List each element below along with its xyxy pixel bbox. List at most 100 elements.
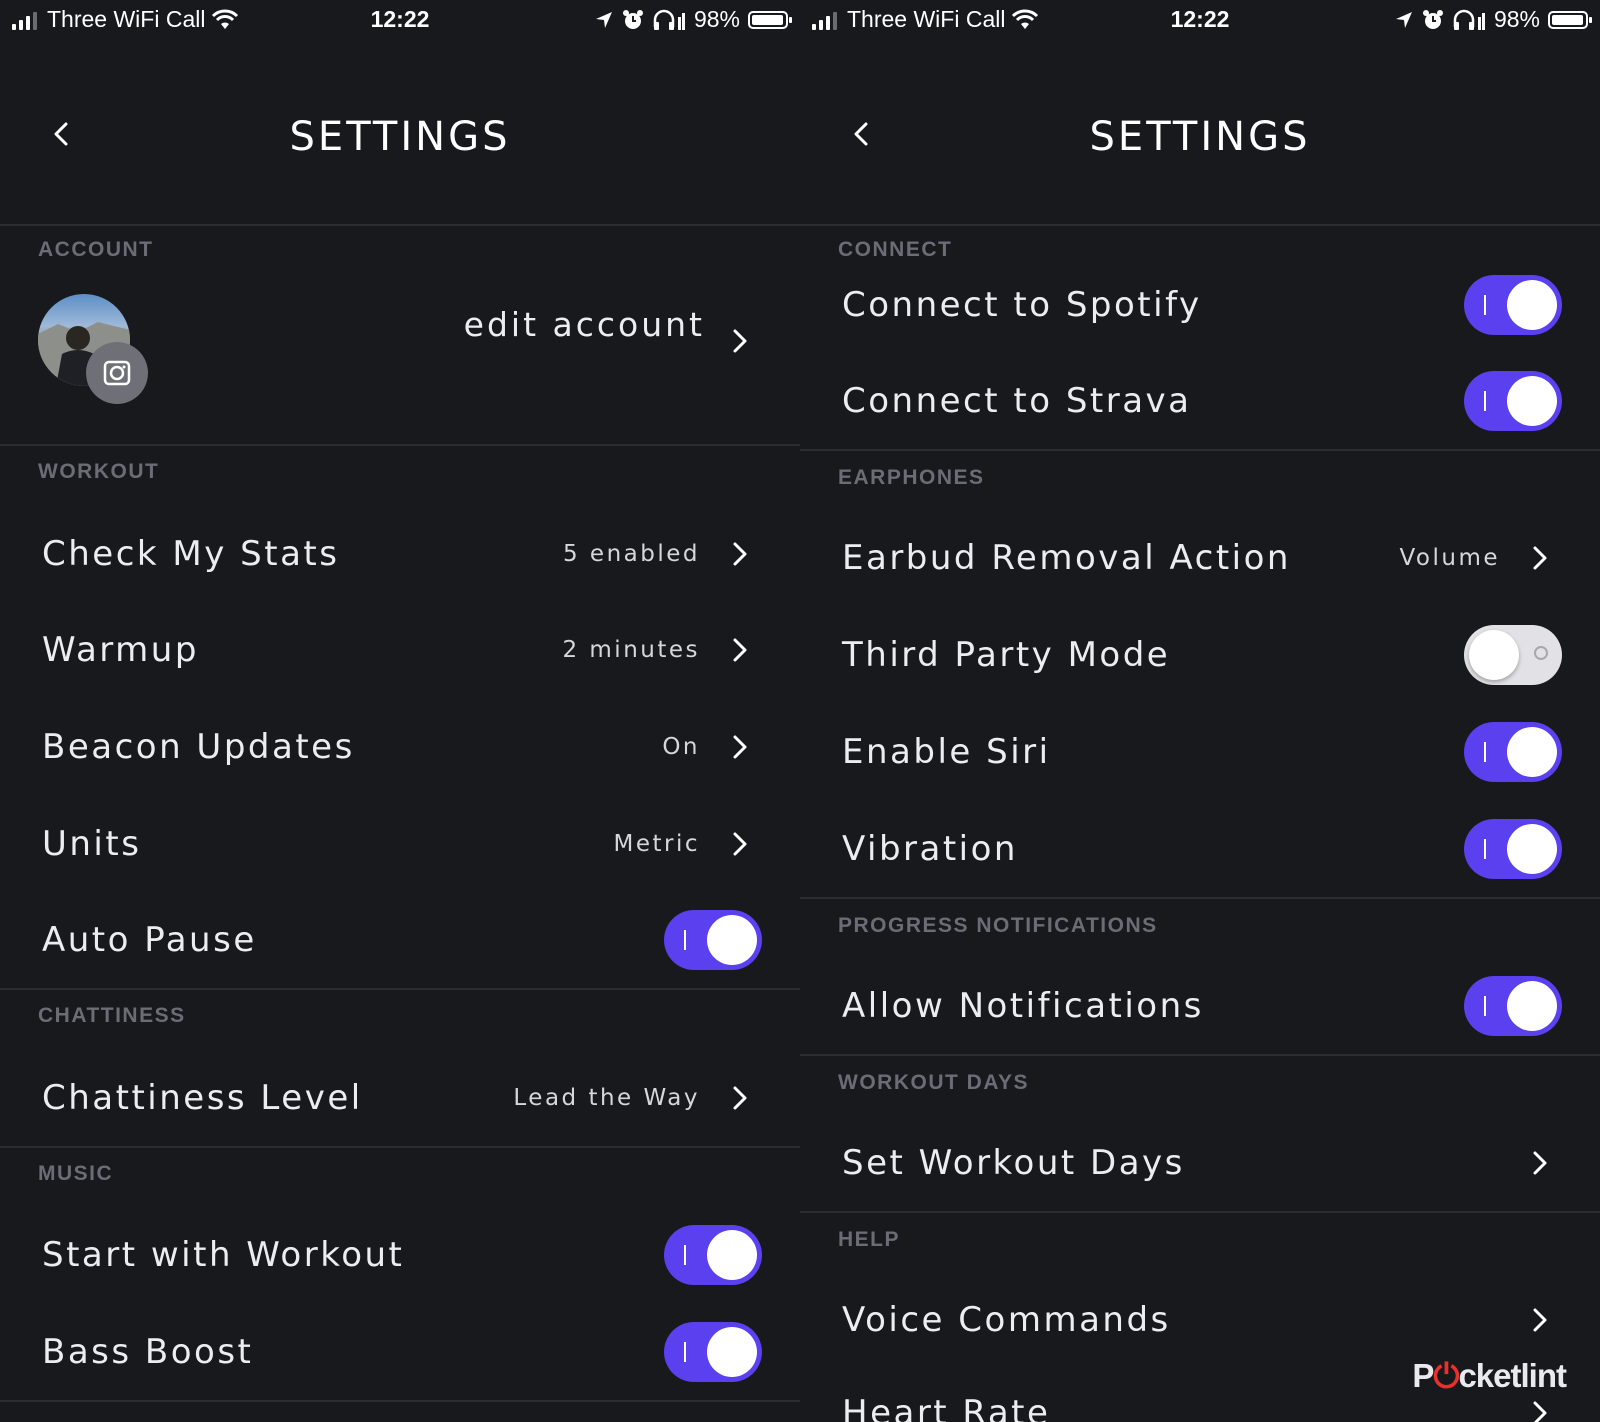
row-set-workout-days[interactable]: Set Workout Days (800, 1118, 1600, 1208)
row-value: On (662, 734, 700, 760)
row-warmup[interactable]: Warmup 2 minutes (0, 605, 800, 695)
siri-toggle[interactable] (1464, 722, 1562, 782)
strava-toggle[interactable] (1464, 371, 1562, 431)
change-photo-button[interactable] (86, 342, 148, 404)
power-icon: ⏻ (1433, 1357, 1459, 1394)
chevron-right-icon (1533, 1151, 1547, 1175)
chevron-right-icon (1533, 546, 1547, 570)
status-bar: Three WiFi Call 12:22 98% (800, 0, 1600, 44)
row-value: 2 minutes (562, 637, 700, 663)
divider (0, 1400, 800, 1402)
divider (0, 1146, 800, 1148)
divider (0, 988, 800, 990)
divider (800, 1211, 1600, 1213)
section-label-workout-days: WORKOUT DAYS (838, 1071, 1030, 1094)
section-label-chattiness: CHATTINESS (38, 1004, 186, 1027)
row-label: Bass Boost (42, 1332, 254, 1372)
row-label: Chattiness Level (42, 1078, 363, 1118)
row-enable-siri: Enable Siri (800, 707, 1600, 797)
row-label: Start with Workout (42, 1235, 405, 1275)
row-allow-notifications: Allow Notifications (800, 961, 1600, 1051)
section-label-help: HELP (838, 1228, 901, 1251)
row-label: Enable Siri (842, 732, 1051, 772)
chevron-right-icon (733, 1086, 747, 1110)
row-label: Vibration (842, 829, 1018, 869)
section-label-progress-notifications: PROGRESS NOTIFICATIONS (838, 914, 1158, 937)
row-label: Warmup (42, 630, 199, 670)
section-label-workout: WORKOUT (38, 460, 160, 483)
divider (800, 897, 1600, 899)
row-start-with-workout: Start with Workout (0, 1210, 800, 1300)
auto-pause-toggle[interactable] (664, 910, 762, 970)
row-third-party-mode: Third Party Mode (800, 610, 1600, 700)
notifications-toggle[interactable] (1464, 976, 1562, 1036)
section-label-earphones: EARPHONES (838, 466, 985, 489)
divider (800, 1054, 1600, 1056)
row-beacon-updates[interactable]: Beacon Updates On (0, 702, 800, 792)
headphones-icon (653, 9, 685, 30)
row-label: Units (42, 824, 142, 864)
chevron-right-icon (733, 735, 747, 759)
chevron-right-icon (733, 542, 747, 566)
row-label: Connect to Strava (842, 381, 1192, 421)
pocketlint-watermark: P⏻cketlint (1412, 1357, 1567, 1394)
row-vibration: Vibration (800, 804, 1600, 894)
row-label: Earbud Removal Action (842, 538, 1291, 578)
section-label-connect: CONNECT (838, 238, 953, 261)
row-units[interactable]: Units Metric (0, 799, 800, 889)
chevron-right-icon (733, 638, 747, 662)
third-party-mode-toggle[interactable] (1464, 625, 1562, 685)
section-label-account: ACCOUNT (38, 238, 154, 261)
divider (0, 444, 800, 446)
battery-level-fill (752, 14, 784, 25)
settings-screen-left: Three WiFi Call 12:22 98% SETTINGS ACCOU… (0, 0, 800, 1422)
row-label: Third Party Mode (842, 635, 1171, 675)
row-value: Lead the Way (513, 1085, 700, 1111)
row-label: Beacon Updates (42, 727, 355, 767)
settings-screen-right: Three WiFi Call 12:22 98% SETTINGS CONNE… (800, 0, 1600, 1422)
battery-percent: 98% (1493, 6, 1540, 32)
row-connect-spotify: Connect to Spotify (800, 260, 1600, 350)
page-title: SETTINGS (289, 114, 511, 160)
nav-bar: SETTINGS (800, 44, 1600, 226)
row-value: 5 enabled (562, 541, 700, 567)
row-value: Metric (613, 831, 700, 857)
chevron-right-icon (1533, 1401, 1547, 1422)
location-arrow-icon (1395, 11, 1412, 28)
row-chattiness-level[interactable]: Chattiness Level Lead the Way (0, 1053, 800, 1143)
row-label: Set Workout Days (842, 1143, 1185, 1183)
row-bass-boost: Bass Boost (0, 1307, 800, 1397)
section-label-music: MUSIC (38, 1162, 114, 1185)
camera-icon (103, 360, 131, 386)
row-earbud-removal-action[interactable]: Earbud Removal Action Volume (800, 513, 1600, 603)
edit-account-chevron-icon (733, 329, 747, 353)
row-voice-commands[interactable]: Voice Commands (800, 1275, 1600, 1365)
headphones-icon (1453, 9, 1485, 30)
nav-bar: SETTINGS (0, 44, 800, 226)
battery-level-fill (1552, 14, 1584, 25)
spotify-toggle[interactable] (1464, 275, 1562, 335)
start-with-workout-toggle[interactable] (664, 1225, 762, 1285)
page-title: SETTINGS (1089, 114, 1311, 160)
row-label: Auto Pause (42, 920, 257, 960)
battery-icon (1548, 10, 1592, 29)
location-arrow-icon (595, 11, 612, 28)
battery-icon (748, 10, 792, 29)
screenshot-composite: Three WiFi Call 12:22 98% SETTINGS ACCOU… (0, 0, 1600, 1422)
row-label: Voice Commands (842, 1300, 1171, 1340)
row-connect-strava: Connect to Strava (800, 356, 1600, 446)
chevron-right-icon (733, 832, 747, 856)
edit-account-link[interactable]: edit account (464, 305, 705, 344)
bass-boost-toggle[interactable] (664, 1322, 762, 1382)
vibration-toggle[interactable] (1464, 819, 1562, 879)
row-value: Volume (1399, 545, 1500, 571)
chevron-right-icon (1533, 1308, 1547, 1332)
status-bar: Three WiFi Call 12:22 98% (0, 0, 800, 44)
row-label: Allow Notifications (842, 986, 1204, 1026)
row-auto-pause: Auto Pause (0, 895, 800, 985)
alarm-icon (1422, 9, 1443, 29)
row-label: Check My Stats (42, 534, 340, 574)
row-check-my-stats[interactable]: Check My Stats 5 enabled (0, 509, 800, 599)
battery-percent: 98% (693, 6, 740, 32)
row-label: Heart Rate (842, 1393, 1051, 1422)
